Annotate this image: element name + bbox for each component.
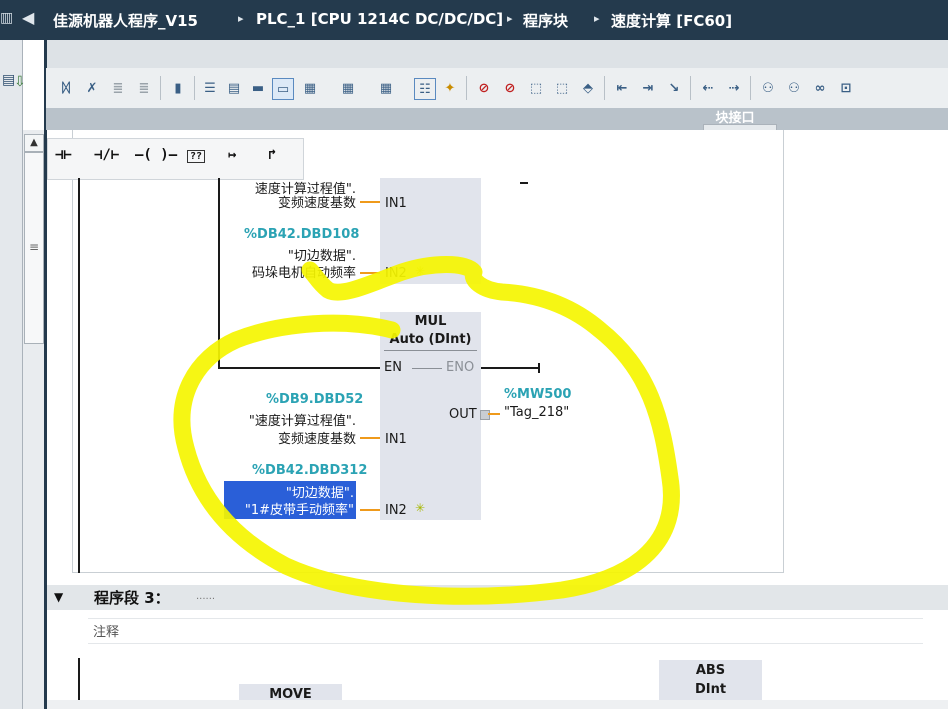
collapse-arrow-icon[interactable]: ▼ — [54, 590, 63, 604]
network-3-title-placeholder[interactable]: ...... — [196, 591, 215, 602]
mul-box-name: MUL — [414, 314, 447, 329]
grip-icon: ≡ — [29, 240, 40, 254]
indent-icon[interactable]: ⇤ — [612, 78, 632, 98]
eno-rung-line — [480, 367, 540, 369]
previous-icon[interactable]: ⇠ — [698, 78, 718, 98]
mul-in2-tag-line2[interactable]: "1#皮带手动频率" — [220, 499, 354, 518]
set-bit-icon[interactable]: ▮ — [168, 78, 188, 98]
tag-info-icon[interactable]: ▦ — [338, 78, 358, 98]
collapse-networks-icon[interactable]: ▬ — [248, 78, 268, 98]
upper-in2-address[interactable]: %DB42.DBD108 — [244, 227, 359, 242]
mul-en-pin: EN — [384, 360, 402, 375]
empty-box-button[interactable]: ?? — [187, 150, 206, 163]
upper-in2-wire — [360, 272, 380, 274]
breadcrumb-block: 速度计算 [FC60] — [611, 12, 733, 30]
normally-closed-contact-button[interactable]: ⊣/⊢ — [94, 147, 119, 163]
normally-open-contact-button[interactable]: ⊣⊢ — [55, 147, 72, 163]
add-input-icon[interactable]: ✳ — [415, 501, 425, 515]
mul-out-address[interactable]: %MW500 — [504, 387, 571, 402]
network-3-header[interactable] — [47, 585, 948, 610]
rung-end-marker — [538, 363, 540, 373]
comments-icon[interactable]: ▭ — [272, 78, 294, 100]
header-strip — [46, 40, 948, 69]
expand-networks-icon[interactable]: ▤ — [224, 78, 244, 98]
mul-in1-wire — [360, 437, 380, 439]
mul-in1-address[interactable]: %DB9.DBD52 — [266, 392, 363, 407]
network-3-power-rail — [78, 658, 80, 700]
close-branch-button[interactable]: ↱ — [268, 147, 276, 163]
insert-network-icon[interactable]: ᛞ — [56, 78, 76, 98]
abs-box-type[interactable]: DInt — [659, 682, 762, 697]
upper-in2-tag-line2[interactable]: 码垛电机自动频率 — [220, 262, 356, 281]
upper-in2-pin: IN2 — [385, 266, 407, 281]
breadcrumb-separator-icon: ▸ — [594, 12, 600, 25]
block-interface-bar — [46, 108, 948, 130]
step-icon[interactable]: ↘ — [664, 78, 684, 98]
back-arrow-icon[interactable]: ◀ — [22, 8, 34, 27]
insert-row-icon[interactable]: ≣ — [108, 78, 128, 98]
coil-button[interactable]: –( )– — [135, 147, 177, 163]
online-icon[interactable]: ⚇ — [784, 78, 804, 98]
left-power-rail — [78, 178, 80, 573]
mul-in1-tag-line1[interactable]: "速度计算过程值". — [220, 410, 356, 429]
go-next-icon[interactable]: ⬚ — [552, 78, 572, 98]
mul-out-wire — [488, 413, 500, 415]
clear-icon[interactable]: ⊘ — [500, 78, 520, 98]
mul-in2-pin: IN2 — [385, 503, 407, 518]
breadcrumb-plc[interactable]: PLC_1 [CPU 1214C DC/DC/DC] — [256, 10, 503, 28]
go-to-icon[interactable]: ⬚ — [526, 78, 546, 98]
upper-rung-fragment — [520, 182, 528, 184]
abs-box-name: ABS — [695, 663, 726, 678]
remove-breakpoint-icon[interactable]: ⊘ — [474, 78, 494, 98]
scroll-up-button[interactable]: ▲ — [24, 134, 44, 152]
mul-in1-pin: IN1 — [385, 432, 407, 447]
breadcrumb-separator-icon: ▸ — [507, 12, 513, 25]
mul-in1-tag-line2[interactable]: 变频速度基数 — [220, 428, 356, 447]
add-row-icon[interactable]: ≣ — [134, 78, 154, 98]
outdent-icon[interactable]: ⇥ — [638, 78, 658, 98]
out-connector-icon — [480, 410, 490, 420]
glasses-icon[interactable]: ∞ — [810, 78, 830, 98]
absolute-address-icon[interactable]: ▦ — [300, 78, 320, 98]
en-rung-line — [218, 367, 380, 369]
mul-eno-pin: ENO — [446, 360, 475, 375]
sequence-icon[interactable]: ☷ — [414, 78, 436, 100]
mul-box-divider — [384, 350, 477, 351]
left-panel — [0, 40, 23, 709]
breadcrumb-folder[interactable]: 程序块 — [523, 10, 568, 31]
bottom-strip — [47, 700, 948, 709]
panel-toggle-icon[interactable]: ▥ — [0, 10, 14, 30]
download-icon[interactable]: ⇩ — [14, 74, 26, 90]
network-3-comment-row[interactable] — [88, 618, 923, 644]
network-3-title: 程序段 3： — [94, 589, 170, 607]
connect-icon[interactable]: ⚇ — [758, 78, 778, 98]
add-input-icon[interactable]: ✳ — [415, 264, 425, 278]
upper-in1-tag-line2[interactable]: 变频速度基数 — [220, 192, 356, 211]
upper-in1-wire — [360, 201, 380, 203]
upper-in1-pin: IN1 — [385, 196, 407, 211]
breadcrumb-project[interactable]: 佳源机器人程序_V15 — [53, 10, 198, 31]
mul-out-tag[interactable]: "Tag_218" — [504, 405, 569, 420]
next-icon[interactable]: ⇢ — [724, 78, 744, 98]
breadcrumb-separator-icon: ▸ — [238, 12, 244, 25]
delete-network-icon[interactable]: ✗ — [82, 78, 102, 98]
network-3-comment[interactable]: 注释 — [93, 621, 119, 640]
monitor-icon[interactable]: ⬘ — [578, 78, 598, 98]
open-branch-button[interactable]: ↦ — [228, 147, 236, 163]
favorites-icon[interactable]: ✦ — [440, 78, 460, 98]
mul-box-type[interactable]: Auto (DInt) — [380, 332, 481, 347]
operand-icon[interactable]: ▦ — [376, 78, 396, 98]
mul-in2-wire — [360, 509, 380, 511]
list-icon[interactable]: ☰ — [200, 78, 220, 98]
monitor-all-icon[interactable]: ⊡ — [836, 78, 856, 98]
mul-en-eno-link — [412, 368, 442, 369]
mul-out-pin: OUT — [449, 407, 477, 422]
mul-in2-address[interactable]: %DB42.DBD312 — [252, 463, 367, 478]
